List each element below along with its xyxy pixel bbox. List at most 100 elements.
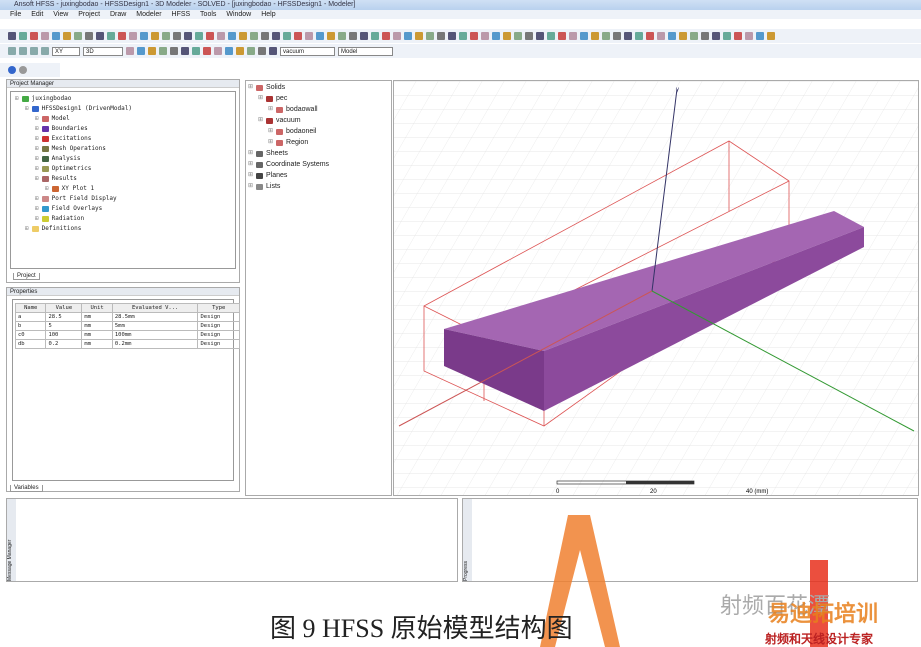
toolbar-icon[interactable] (404, 32, 412, 40)
toolbar-icon[interactable] (214, 47, 222, 55)
toolbar-icon[interactable] (272, 32, 280, 40)
toolbar-icon[interactable] (393, 32, 401, 40)
table-row[interactable]: c0 100 mm 100mm Design (14, 330, 240, 340)
toolbar-icon[interactable] (613, 32, 621, 40)
toolbar-icon[interactable] (19, 47, 27, 55)
settings-icon[interactable] (19, 66, 27, 74)
tree-item[interactable]: ⊞ Mesh Operations (15, 144, 231, 154)
expand-icon[interactable]: ⊞ (248, 181, 253, 192)
dimension-select[interactable]: 3D (83, 46, 123, 56)
toolbar-icon[interactable] (96, 32, 104, 40)
toolbar-icon[interactable] (701, 32, 709, 40)
toolbar-icon[interactable] (195, 32, 203, 40)
toolbar-icon[interactable] (30, 47, 38, 55)
toolbar-icon[interactable] (236, 47, 244, 55)
toolbar-icon[interactable] (646, 32, 654, 40)
tree-item[interactable]: ⊞ juxingbodao (15, 94, 231, 104)
menu-window[interactable]: Window (226, 11, 251, 18)
tree-item[interactable]: ⊞ bodaowall (248, 104, 389, 115)
menu-tools[interactable]: Tools (200, 11, 216, 18)
tree-item[interactable]: ⊞ HFSSDesign1 (DrivenModal) (15, 104, 231, 114)
toolbar-icon[interactable] (448, 32, 456, 40)
toolbar-icon[interactable] (250, 32, 258, 40)
plane-select[interactable]: XY (52, 46, 80, 56)
table-cell[interactable]: 0.2 (45, 339, 83, 349)
expand-icon[interactable]: ⊞ (25, 104, 29, 114)
toolbar-icon[interactable] (734, 32, 742, 40)
material-select[interactable]: vacuum (280, 46, 335, 56)
toolbar-icon[interactable] (657, 32, 665, 40)
tree-item[interactable]: ⊞ bodaoneil (248, 126, 389, 137)
table-cell[interactable]: Design (197, 312, 240, 322)
table-cell[interactable]: Design (197, 330, 240, 340)
toolbar-icon[interactable] (261, 32, 269, 40)
toolbar-icon[interactable] (338, 32, 346, 40)
toolbar-icon[interactable] (170, 47, 178, 55)
table-cell[interactable]: b (14, 321, 47, 331)
tree-item[interactable]: ⊞ Radiation (15, 214, 231, 224)
expand-icon[interactable]: ⊞ (248, 82, 253, 93)
tree-item[interactable]: ⊞ Solids (248, 82, 389, 93)
table-cell[interactable]: 5 (45, 321, 83, 331)
toolbar-icon[interactable] (225, 47, 233, 55)
expand-icon[interactable]: ⊞ (268, 137, 273, 148)
toolbar-icon[interactable] (360, 32, 368, 40)
expand-icon[interactable]: ⊞ (248, 159, 253, 170)
toolbar-icon[interactable] (536, 32, 544, 40)
toolbar-icon[interactable] (668, 32, 676, 40)
table-cell[interactable]: c0 (14, 330, 47, 340)
toolbar-icon[interactable] (217, 32, 225, 40)
tab-variables[interactable]: Variables (10, 485, 43, 492)
toolbar-icon[interactable] (107, 32, 115, 40)
table-cell[interactable]: 100mm (111, 330, 199, 340)
toolbar-icon[interactable] (470, 32, 478, 40)
toolbar-icon[interactable] (184, 32, 192, 40)
toolbar-icon[interactable] (767, 32, 775, 40)
toolbar-icon[interactable] (382, 32, 390, 40)
toolbar-icon[interactable] (558, 32, 566, 40)
menu-file[interactable]: File (10, 11, 21, 18)
toolbar-icon[interactable] (415, 32, 423, 40)
tree-item[interactable]: ⊞ Results (15, 174, 231, 184)
tree-item[interactable]: ⊞ Analysis (15, 154, 231, 164)
expand-icon[interactable]: ⊞ (35, 164, 39, 174)
toolbar-icon[interactable] (591, 32, 599, 40)
toolbar-icon[interactable] (41, 32, 49, 40)
toolbar-icon[interactable] (206, 32, 214, 40)
tree-item[interactable]: ⊞ XY Plot 1 (15, 184, 231, 194)
toolbar-icon[interactable] (118, 32, 126, 40)
toolbar-icon[interactable] (247, 47, 255, 55)
table-cell[interactable]: 5mm (111, 321, 199, 331)
toolbar-icon[interactable] (159, 47, 167, 55)
toolbar-icon[interactable] (316, 32, 324, 40)
table-cell[interactable]: a (14, 312, 47, 322)
expand-icon[interactable]: ⊞ (258, 93, 263, 104)
menu-view[interactable]: View (53, 11, 68, 18)
toolbar-icon[interactable] (192, 47, 200, 55)
tree-item[interactable]: ⊞ Definitions (15, 224, 231, 234)
toolbar-icon[interactable] (569, 32, 577, 40)
toolbar-icon[interactable] (228, 32, 236, 40)
toolbar-icon[interactable] (503, 32, 511, 40)
tree-item[interactable]: ⊞ pec (248, 93, 389, 104)
table-cell[interactable]: mm (81, 312, 113, 322)
menu-edit[interactable]: Edit (31, 11, 43, 18)
toolbar-icon[interactable] (514, 32, 522, 40)
toolbar-icon[interactable] (8, 47, 16, 55)
table-cell[interactable]: mm (81, 330, 113, 340)
tree-item[interactable]: ⊞ Coordinate Systems (248, 159, 389, 170)
toolbar-icon[interactable] (140, 32, 148, 40)
table-row[interactable]: a 28.5 mm 28.5mm Design (14, 312, 240, 322)
table-cell[interactable]: mm (81, 321, 113, 331)
table-cell[interactable]: 100 (45, 330, 83, 340)
toolbar-icon[interactable] (712, 32, 720, 40)
toolbar-icon[interactable] (203, 47, 211, 55)
toolbar-icon[interactable] (580, 32, 588, 40)
table-cell[interactable]: 0.2mm (111, 339, 199, 349)
toolbar-icon[interactable] (283, 32, 291, 40)
column-header[interactable]: Name (14, 303, 47, 313)
toolbar-icon[interactable] (269, 47, 277, 55)
expand-icon[interactable]: ⊞ (248, 148, 253, 159)
toolbar-icon[interactable] (437, 32, 445, 40)
expand-icon[interactable]: ⊞ (35, 154, 39, 164)
